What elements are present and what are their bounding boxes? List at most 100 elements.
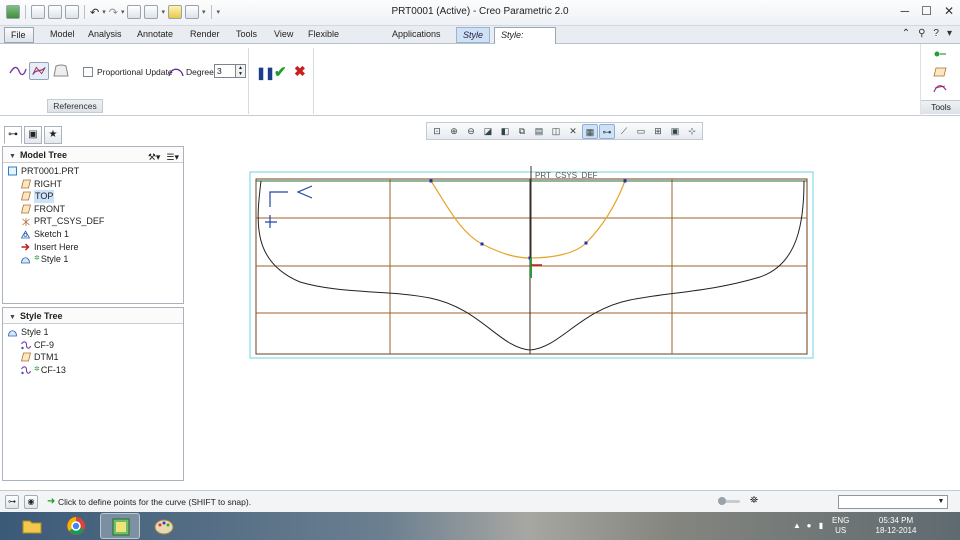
- folder-browser-tab-icon[interactable]: ▣: [24, 126, 42, 144]
- curve-through-points-icon[interactable]: [8, 62, 28, 80]
- curve-points: [429, 179, 627, 260]
- tree-node[interactable]: FRONT: [7, 203, 183, 216]
- curve-point[interactable]: [623, 179, 627, 183]
- tree-node-label: PRT0001.PRT: [21, 166, 80, 176]
- tab-model[interactable]: Model: [44, 27, 78, 43]
- search-icon[interactable]: ⚲: [918, 28, 925, 39]
- tree-node[interactable]: ✲ CF-13: [7, 364, 183, 377]
- tree-node[interactable]: Insert Here: [7, 241, 183, 254]
- clock[interactable]: 05:34 PM 18-12-2014: [866, 516, 926, 536]
- tree-settings-icon[interactable]: ⚒▾: [148, 149, 161, 165]
- tree-node[interactable]: TOP: [7, 190, 183, 203]
- datum-plane-icon: [20, 204, 31, 214]
- tree-node[interactable]: RIGHT: [7, 178, 183, 191]
- navigator-tabs: ⊶ ▣ ★: [4, 126, 62, 144]
- csys-display-icon[interactable]: ⊹: [684, 124, 700, 139]
- tab-applications[interactable]: Applications: [386, 27, 448, 43]
- pause-button[interactable]: ❚❚: [256, 66, 275, 80]
- active-plane-icon[interactable]: ⊶: [599, 124, 615, 139]
- tree-node-label: RIGHT: [34, 178, 62, 189]
- navigator-toggle-icon[interactable]: ⊶: [5, 495, 19, 509]
- tree-node[interactable]: Style 1: [7, 326, 183, 339]
- style-tree-title: Style Tree: [19, 311, 63, 321]
- taskbar-creo[interactable]: [100, 513, 140, 539]
- favorites-tab-icon[interactable]: ★: [44, 126, 62, 144]
- saved-orientations-icon[interactable]: ⧉: [514, 124, 530, 139]
- sketch-view-icon[interactable]: ▦: [582, 124, 598, 139]
- antivirus-icon[interactable]: ●: [804, 521, 814, 531]
- curve-display-icon[interactable]: ⟋: [616, 124, 632, 139]
- repaint-icon[interactable]: ◪: [480, 124, 496, 139]
- taskbar-explorer[interactable]: [12, 513, 52, 539]
- tab-style[interactable]: Style: [456, 27, 490, 43]
- graphics-canvas[interactable]: PRT_CSYS_DEF: [190, 142, 960, 484]
- input-language[interactable]: ENG US: [832, 516, 849, 536]
- tree-node[interactable]: Sketch 1: [7, 228, 183, 241]
- close-button[interactable]: ✕: [944, 4, 954, 18]
- control-polygon-curve-icon[interactable]: [29, 62, 49, 80]
- system-tray: ▲ ● ▮ ENG US 05:34 PM 18-12-2014: [790, 512, 960, 540]
- taskbar-chrome[interactable]: [56, 513, 96, 539]
- zoom-out-icon[interactable]: ⊖: [463, 124, 479, 139]
- tab-tools[interactable]: Tools: [230, 27, 262, 43]
- single-view-icon[interactable]: ▭: [633, 124, 649, 139]
- tree-node[interactable]: PRT_CSYS_DEF: [7, 215, 183, 228]
- tree-node[interactable]: PRT0001.PRT: [7, 165, 183, 178]
- zoom-in-icon[interactable]: ⊕: [446, 124, 462, 139]
- datum-plane-icon: [20, 353, 31, 362]
- creo-app-icon: [112, 518, 130, 536]
- plane-tool-icon[interactable]: [933, 66, 947, 78]
- tree-columns-icon[interactable]: ☰▾: [166, 149, 179, 165]
- selection-filter-dropdown[interactable]: ▼: [838, 495, 948, 509]
- taskbar-paint[interactable]: [144, 513, 184, 539]
- point-tool-icon[interactable]: [933, 48, 947, 60]
- help-icon[interactable]: ?: [933, 28, 939, 39]
- four-view-icon[interactable]: ⊞: [650, 124, 666, 139]
- tab-render[interactable]: Render: [184, 27, 226, 43]
- tree-node[interactable]: ✲ Style 1: [7, 253, 183, 266]
- browser-toggle-icon[interactable]: ◉: [24, 495, 38, 509]
- minimize-button[interactable]: ─: [901, 4, 910, 18]
- proportional-update-checkbox[interactable]: [83, 67, 93, 77]
- tab-view[interactable]: View: [268, 27, 296, 43]
- degree-input[interactable]: 3: [214, 64, 236, 78]
- maximize-button[interactable]: ☐: [921, 4, 932, 18]
- network-icon[interactable]: ▮: [816, 521, 826, 531]
- view-manager-icon[interactable]: ▤: [531, 124, 547, 139]
- help-dropdown-icon[interactable]: ▾: [947, 28, 952, 39]
- references-tab-button[interactable]: References: [47, 99, 103, 113]
- tab-style-curve[interactable]: Style: Curve: [494, 27, 556, 55]
- curve-point[interactable]: [584, 241, 588, 245]
- tab-annotate[interactable]: Annotate: [131, 27, 179, 43]
- display-style-icon[interactable]: ◧: [497, 124, 513, 139]
- ribbon: Proportional Update Degree 3 ▲ ▼ Referenc…: [0, 44, 960, 116]
- tab-file[interactable]: File ▾: [4, 27, 34, 55]
- refit-icon[interactable]: ⊡: [429, 124, 445, 139]
- tab-analysis[interactable]: Analysis: [82, 27, 126, 43]
- model-tree-tab-icon[interactable]: ⊶: [4, 126, 22, 144]
- tree-node[interactable]: DTM1: [7, 351, 183, 364]
- grid-toggle-icon[interactable]: ▣: [667, 124, 683, 139]
- show-hidden-icons-icon[interactable]: ▲: [792, 521, 802, 531]
- find-binoculars-icon[interactable]: ⛯: [750, 495, 758, 506]
- chevron-down-icon[interactable]: ▼: [935, 496, 947, 508]
- tree-node[interactable]: CF-9: [7, 339, 183, 352]
- datum-display-icon[interactable]: ✕: [565, 124, 581, 139]
- tab-flexible-modeling[interactable]: Flexible Modeling: [302, 27, 380, 54]
- curve-analysis-icon[interactable]: [933, 82, 947, 94]
- degree-spinner[interactable]: ▲ ▼: [236, 64, 246, 78]
- curve-point[interactable]: [429, 179, 433, 183]
- cancel-button[interactable]: ✖: [294, 63, 306, 80]
- tree-node-label: CF-13: [40, 364, 66, 375]
- tools-group-label[interactable]: Tools: [921, 100, 960, 114]
- collapse-caret-icon[interactable]: ▼: [9, 314, 16, 321]
- collapse-caret-icon[interactable]: ▼: [9, 153, 16, 160]
- part-icon: [8, 166, 17, 176]
- perspective-icon[interactable]: ◫: [548, 124, 564, 139]
- regen-slider[interactable]: [718, 497, 740, 505]
- curve-point[interactable]: [480, 242, 484, 246]
- ok-button[interactable]: ✔: [274, 63, 287, 81]
- ribbon-collapse-icon[interactable]: ⌃: [902, 28, 910, 39]
- style-tree-items: Style 1 CF-9 DTM1 ✲ CF-13: [3, 324, 183, 376]
- curve-on-surface-icon[interactable]: [51, 62, 71, 80]
